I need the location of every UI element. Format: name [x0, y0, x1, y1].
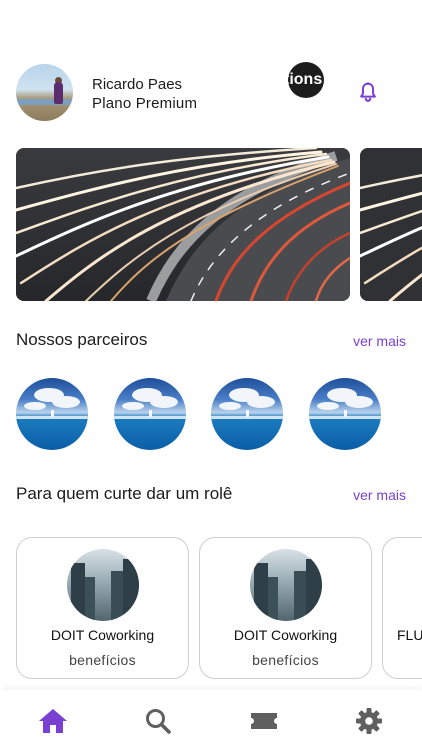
- place-card-title: DOIT Coworking: [50, 627, 155, 643]
- bell-icon[interactable]: [357, 80, 379, 104]
- partner-logo[interactable]: [211, 378, 283, 450]
- place-card[interactable]: DOIT Coworking benefícios: [199, 537, 372, 679]
- outing-cards-list: DOIT Coworking benefícios DOIT Coworking…: [0, 537, 422, 682]
- partner-logo[interactable]: [16, 378, 88, 450]
- nav-home[interactable]: [38, 706, 68, 736]
- gear-icon: [356, 708, 382, 734]
- partners-list: [0, 378, 422, 450]
- partners-see-more-link[interactable]: ver mais: [353, 333, 406, 349]
- bottom-navigation: [0, 690, 422, 750]
- avatar[interactable]: [16, 64, 73, 121]
- brand-badge-text: tions: [288, 71, 323, 88]
- place-card[interactable]: DOIT Coworking benefícios: [16, 537, 189, 679]
- home-icon: [39, 709, 67, 733]
- nav-tickets[interactable]: [249, 706, 279, 736]
- place-card[interactable]: FLU: [382, 537, 422, 679]
- partners-section-title: Nossos parceiros: [16, 330, 148, 349]
- header: Ricardo Paes Plano Premium tions: [0, 60, 422, 124]
- partner-logo[interactable]: [309, 378, 381, 450]
- place-card-subtitle: benefícios: [69, 652, 136, 668]
- banner-image[interactable]: [16, 148, 350, 301]
- partner-logo[interactable]: [114, 378, 186, 450]
- brand-badge[interactable]: tions: [288, 62, 324, 98]
- place-card-title: FLU: [397, 627, 422, 643]
- place-image: [249, 549, 322, 621]
- banner-image[interactable]: [360, 148, 422, 301]
- nav-settings[interactable]: [354, 706, 384, 736]
- place-card-title: DOIT Coworking: [233, 627, 338, 643]
- user-name: Ricardo Paes: [92, 76, 183, 93]
- banner-carousel[interactable]: [0, 148, 422, 301]
- outing-see-more-link[interactable]: ver mais: [353, 487, 406, 503]
- place-card-subtitle: benefícios: [252, 652, 319, 668]
- place-image: [66, 549, 139, 621]
- ticket-icon: [251, 713, 277, 729]
- outing-section-title: Para quem curte dar um rolê: [16, 484, 233, 503]
- search-icon: [146, 709, 171, 734]
- nav-search[interactable]: [143, 706, 173, 736]
- user-plan: Plano Premium: [92, 95, 198, 112]
